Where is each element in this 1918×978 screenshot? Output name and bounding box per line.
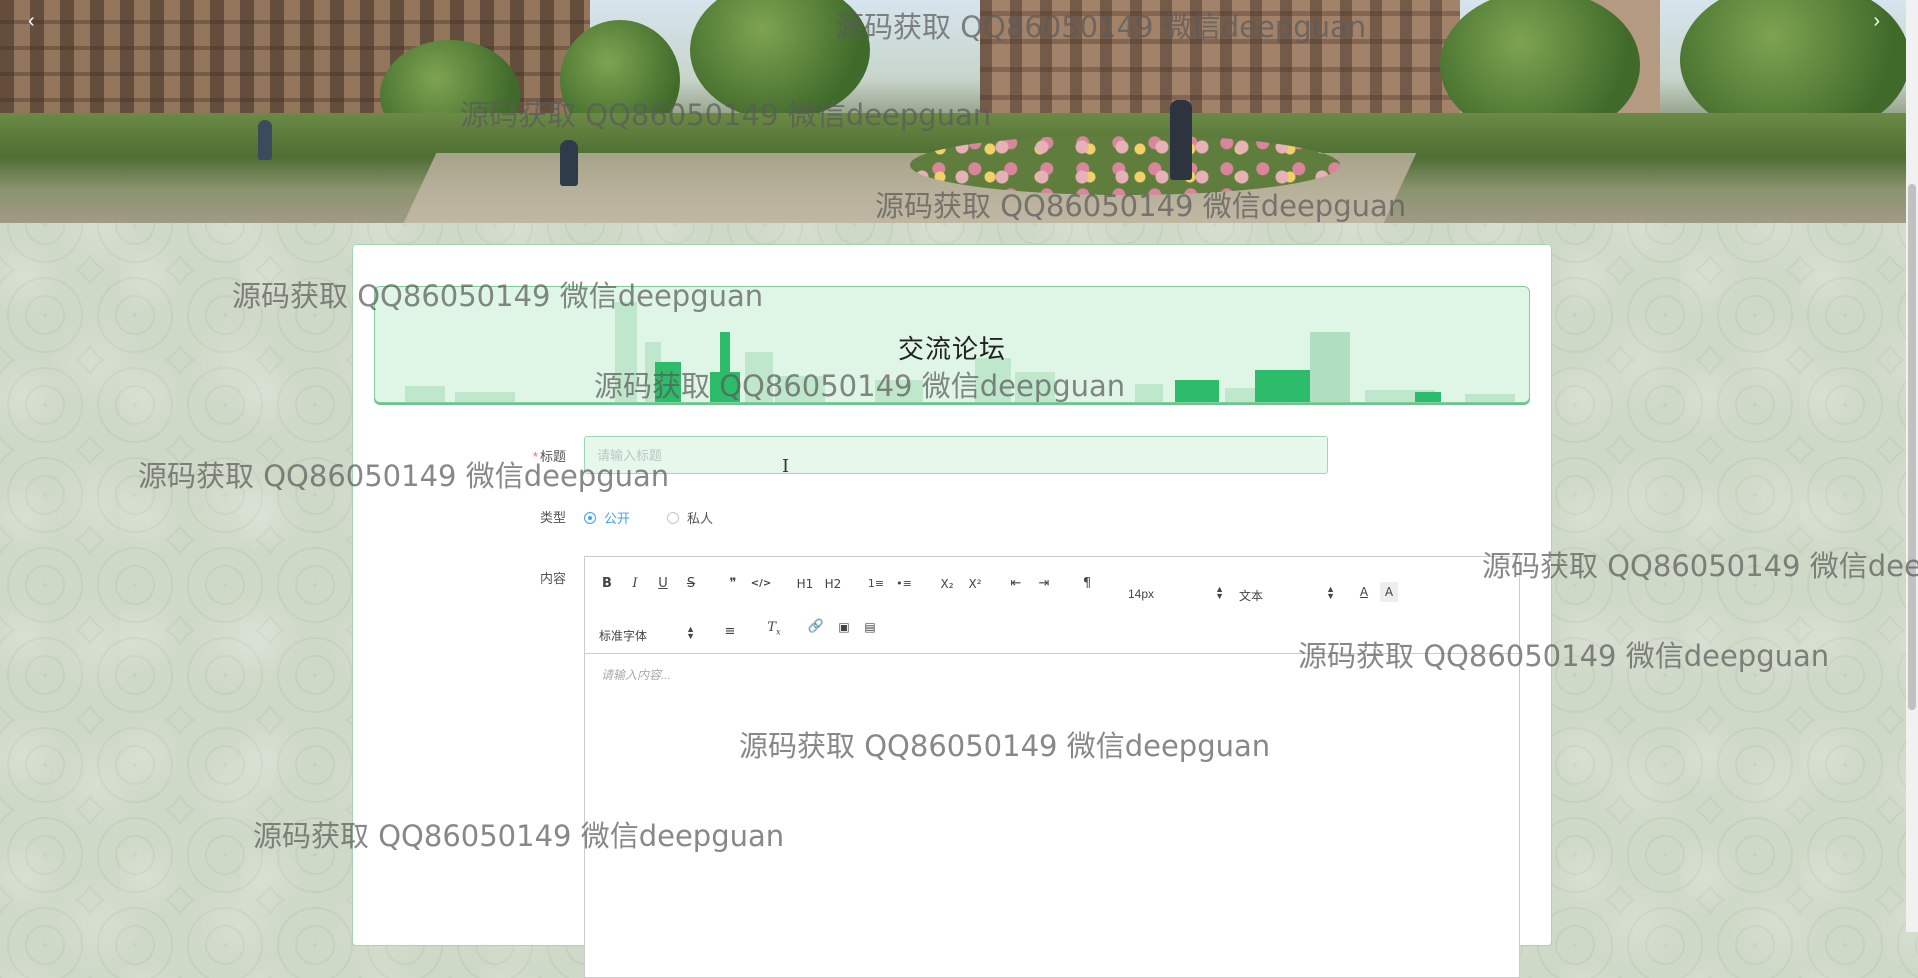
type-option-label: 私人 (687, 511, 714, 526)
bold-button[interactable]: B (599, 574, 615, 594)
video-icon[interactable]: ▤ (861, 617, 879, 637)
text-cursor-icon: I (782, 456, 790, 477)
align-icon[interactable]: ≡ (721, 622, 739, 642)
underline-button[interactable]: U (655, 574, 671, 594)
editor-content-area[interactable]: 请输入内容... (585, 654, 1519, 977)
header2-button[interactable]: H2 (822, 574, 844, 594)
header-select[interactable]: 文本 ▲ ▼ (1239, 584, 1335, 604)
indent-icon[interactable]: ⇥ (1034, 574, 1054, 594)
person (1170, 100, 1192, 180)
text-direction-icon[interactable]: ¶ (1079, 574, 1095, 594)
editor-placeholder: 请输入内容... (601, 668, 672, 682)
type-option-label: 公开 (604, 511, 631, 526)
flower-bed (910, 135, 1340, 195)
person (258, 120, 272, 160)
required-mark: * (532, 449, 538, 464)
italic-button[interactable]: I (627, 574, 643, 594)
select-caret-icon: ▲ ▼ (686, 624, 695, 641)
outdent-icon[interactable]: ⇤ (1006, 574, 1026, 594)
person (560, 140, 578, 186)
tree (690, 0, 870, 120)
ordered-list-icon[interactable]: 1≡ (865, 574, 887, 594)
blockquote-icon[interactable]: ❞ (724, 574, 742, 594)
carousel-prev-icon[interactable]: ‹ (28, 10, 35, 33)
font-size-select[interactable]: 14px ▲ ▼ (1128, 584, 1224, 603)
font-family-select[interactable]: 标准字体 ▲ ▼ (599, 624, 695, 644)
carousel-next-icon[interactable]: › (1873, 10, 1880, 33)
building-center (980, 0, 1460, 128)
bullet-list-icon[interactable]: •≡ (893, 574, 915, 594)
font-color-icon[interactable]: A (1355, 582, 1373, 602)
forum-post-card: 交流论坛 *标题 类型 公开 私人 内容 B I U S ❞ </> H1 H2… (352, 244, 1552, 978)
carousel-banner: ‹ › (0, 0, 1906, 223)
link-icon[interactable]: 🔗 (807, 617, 825, 637)
clear-format-icon[interactable]: Tx (765, 618, 783, 638)
type-label: 类型 (539, 510, 566, 525)
page-title: 交流论坛 (897, 334, 1006, 364)
content-label: 内容 (539, 571, 566, 586)
type-radio-public[interactable]: 公开 (584, 508, 630, 527)
title-label: * 标题 (532, 449, 566, 464)
type-radio-private[interactable]: 私人 (667, 508, 713, 527)
scrollbar-thumb[interactable] (1908, 184, 1916, 710)
superscript-button[interactable]: X² (964, 574, 986, 594)
editor-toolbar: B I U S ❞ </> H1 H2 1≡ •≡ X₂ X² ⇤ ⇥ ¶ 14… (585, 557, 1519, 654)
radio-unchecked-icon (667, 511, 679, 524)
select-caret-icon: ▲ ▼ (1326, 584, 1335, 601)
radio-checked-icon (584, 511, 596, 524)
select-caret-icon: ▲ ▼ (1215, 584, 1224, 601)
title-input[interactable] (584, 436, 1328, 474)
background-color-icon[interactable]: A (1380, 582, 1398, 602)
subscript-button[interactable]: X₂ (936, 574, 958, 594)
strike-button[interactable]: S (683, 574, 699, 594)
image-icon[interactable]: ▣ (835, 617, 853, 637)
code-block-icon[interactable]: </> (750, 574, 772, 594)
header1-button[interactable]: H1 (794, 574, 816, 594)
title-banner: 交流论坛 (374, 286, 1530, 403)
rich-text-editor: B I U S ❞ </> H1 H2 1≡ •≡ X₂ X² ⇤ ⇥ ¶ 14… (584, 556, 1520, 978)
page-scrollbar[interactable] (1906, 0, 1918, 932)
